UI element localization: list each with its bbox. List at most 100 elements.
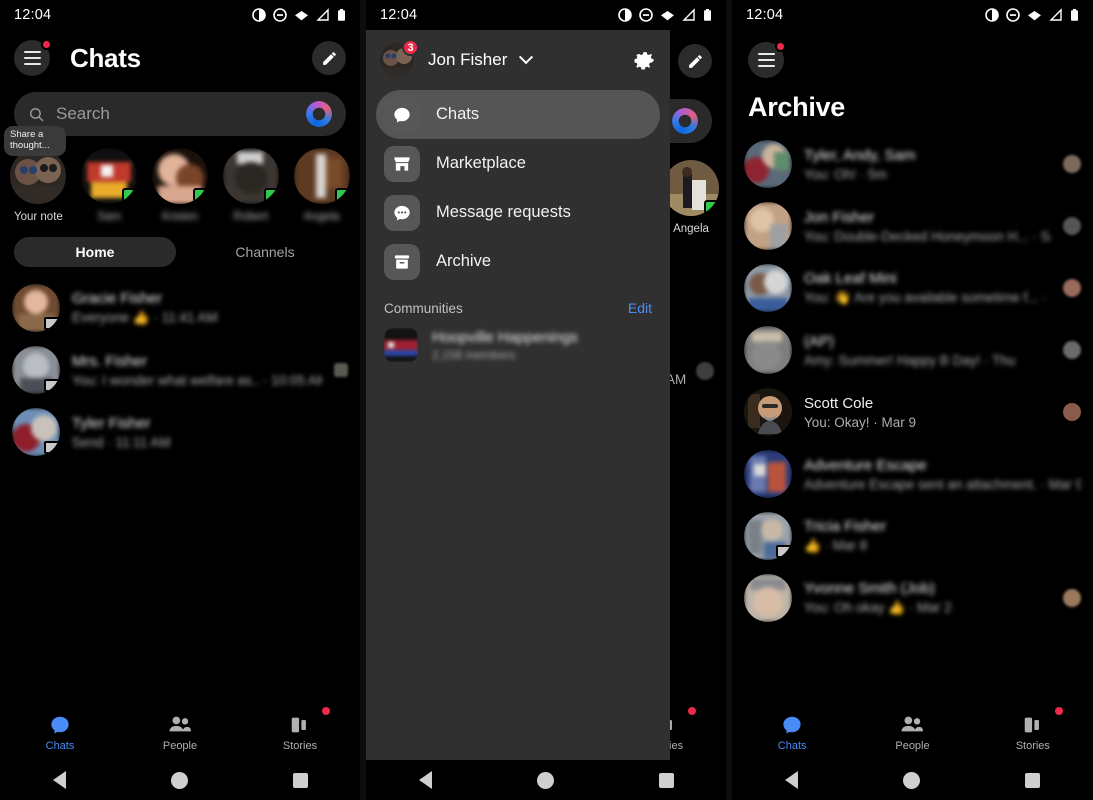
- avatar[interactable]: [151, 148, 208, 204]
- avatar[interactable]: 3: [380, 39, 419, 77]
- menu-item-marketplace[interactable]: Marketplace: [376, 139, 660, 188]
- nav-people[interactable]: People: [852, 706, 972, 760]
- system-home-icon[interactable]: [902, 771, 920, 789]
- menu-item-message-requests[interactable]: Message requests: [376, 188, 660, 237]
- avatar[interactable]: [663, 160, 719, 216]
- read-receipt-avatar: [1063, 155, 1081, 173]
- note-item[interactable]: Angela: [293, 148, 350, 223]
- table-row[interactable]: Yvonne Smith (Job) You: Oh okay 👍 · Mar 2: [732, 567, 1093, 629]
- message-dots-icon: [394, 205, 410, 220]
- system-navigation-bar: [0, 760, 360, 800]
- avatar[interactable]: [744, 388, 792, 436]
- read-receipt-avatar: [1063, 403, 1081, 421]
- avatar[interactable]: [12, 284, 60, 332]
- chat-preview: Amy: Summer! Happy B Day! · Thu: [804, 352, 1016, 368]
- search-icon: [30, 107, 44, 121]
- online-indicator: [704, 200, 718, 214]
- nav-people[interactable]: People: [120, 706, 240, 760]
- avatar[interactable]: [293, 148, 350, 204]
- stories-icon: [1024, 717, 1039, 733]
- note-item[interactable]: Kristen: [151, 148, 209, 223]
- note-item[interactable]: Angela: [662, 160, 720, 235]
- stories-notification-badge: [322, 707, 330, 715]
- meta-ai-ring-icon[interactable]: [672, 108, 698, 134]
- system-back-icon[interactable]: [784, 771, 798, 789]
- nav-label: Chats: [45, 740, 75, 752]
- nav-stories[interactable]: Stories: [240, 706, 360, 760]
- gear-icon[interactable]: [634, 49, 656, 71]
- note-bubble[interactable]: Share a thought...: [4, 126, 66, 156]
- avatar[interactable]: [12, 408, 60, 456]
- system-back-icon[interactable]: [418, 771, 432, 789]
- table-row[interactable]: Tyler Fisher Send · 11:11 AM: [0, 401, 360, 463]
- table-row[interactable]: Mrs. Fisher You: I wonder what welfare a…: [0, 339, 360, 401]
- chat-name: Adventure Escape: [804, 456, 927, 474]
- avatar[interactable]: [81, 148, 138, 204]
- chat-preview: 👍 · Mar 8: [804, 538, 868, 553]
- table-row[interactable]: Scott Cole You: Okay! · Mar 9: [732, 381, 1093, 443]
- list-item[interactable]: Hoopville Happenings 2,158 members: [366, 322, 670, 368]
- chat-name: (AP): [804, 332, 834, 350]
- system-recents-icon[interactable]: [1025, 772, 1041, 788]
- table-row[interactable]: (AP) Amy: Summer! Happy B Day! · Thu: [732, 319, 1093, 381]
- system-home-icon[interactable]: [536, 771, 554, 789]
- battery-icon: [1071, 9, 1078, 21]
- system-home-icon[interactable]: [170, 771, 188, 789]
- table-row[interactable]: Tyler, Andy, Sam You: Oh! · 5m: [732, 133, 1093, 195]
- avatar[interactable]: [222, 148, 279, 204]
- nav-chats[interactable]: Chats: [732, 706, 852, 760]
- compose-button[interactable]: [678, 44, 712, 78]
- avatar[interactable]: [744, 140, 792, 188]
- avatar[interactable]: [744, 326, 792, 374]
- chevron-down-icon[interactable]: [519, 50, 534, 65]
- nav-stories[interactable]: Stories: [973, 706, 1093, 760]
- note-item[interactable]: Share a thought... Your note: [4, 126, 67, 223]
- table-row[interactable]: Adventure Escape Adventure Escape sent an…: [732, 443, 1093, 505]
- note-item[interactable]: Sam: [81, 148, 138, 223]
- avatar[interactable]: [384, 328, 418, 362]
- read-receipt-avatar: [696, 362, 714, 380]
- avatar[interactable]: [12, 346, 60, 394]
- menu-item-label: Archive: [436, 252, 492, 270]
- search-input[interactable]: Search: [56, 104, 306, 124]
- avatar[interactable]: [744, 512, 792, 560]
- menu-button[interactable]: [748, 41, 786, 78]
- avatar[interactable]: [744, 202, 792, 250]
- chat-bubble-icon: [51, 716, 69, 734]
- do-not-disturb-icon: [273, 8, 287, 22]
- system-recents-icon[interactable]: [292, 772, 308, 788]
- nav-chats[interactable]: Chats: [0, 706, 120, 760]
- avatar[interactable]: [744, 574, 792, 622]
- chat-preview: You: Oh okay 👍 · Mar 2: [804, 600, 952, 615]
- stories-icon: [291, 717, 306, 733]
- menu-item-chats[interactable]: Chats: [376, 90, 660, 139]
- avatar-badge: [776, 545, 792, 558]
- system-recents-icon[interactable]: [658, 772, 674, 788]
- drawer-menu-list: Chats Marketplace Message requests Archi…: [366, 90, 670, 286]
- system-back-icon[interactable]: [52, 771, 66, 789]
- meta-ai-ring-icon[interactable]: [306, 101, 332, 127]
- online-indicator: [334, 188, 349, 202]
- menu-button[interactable]: [14, 39, 52, 76]
- avatar[interactable]: [744, 450, 792, 498]
- menu-item-archive[interactable]: Archive: [376, 237, 660, 286]
- do-not-disturb-icon: [639, 8, 653, 22]
- tab-channels[interactable]: Channels: [184, 237, 346, 267]
- read-receipt-avatar: [334, 363, 348, 377]
- avatar[interactable]: [744, 264, 792, 312]
- note-item[interactable]: Robert: [222, 148, 279, 223]
- avatar[interactable]: [10, 148, 67, 204]
- battery-icon: [338, 9, 345, 21]
- system-navigation-bar: [366, 760, 726, 800]
- read-receipt-avatar: [1063, 279, 1081, 297]
- communities-edit-button[interactable]: Edit: [628, 300, 652, 316]
- table-row[interactable]: Gracie Fisher Everyone 👍 · 11:41 AM: [0, 277, 360, 339]
- compose-button[interactable]: [312, 41, 346, 75]
- table-row[interactable]: Jon Fisher You: Double-Decked Honeymoon H…: [732, 195, 1093, 257]
- table-row[interactable]: Oak Leaf Mini You: 👋 Are you available so…: [732, 257, 1093, 319]
- status-time: 12:04: [380, 7, 418, 23]
- drawer-profile-header[interactable]: 3 Jon Fisher: [366, 30, 670, 90]
- tab-home[interactable]: Home: [14, 237, 176, 267]
- table-row[interactable]: Tricia Fisher 👍 · Mar 8: [732, 505, 1093, 567]
- bottom-navigation: Chats People Stories: [732, 706, 1093, 760]
